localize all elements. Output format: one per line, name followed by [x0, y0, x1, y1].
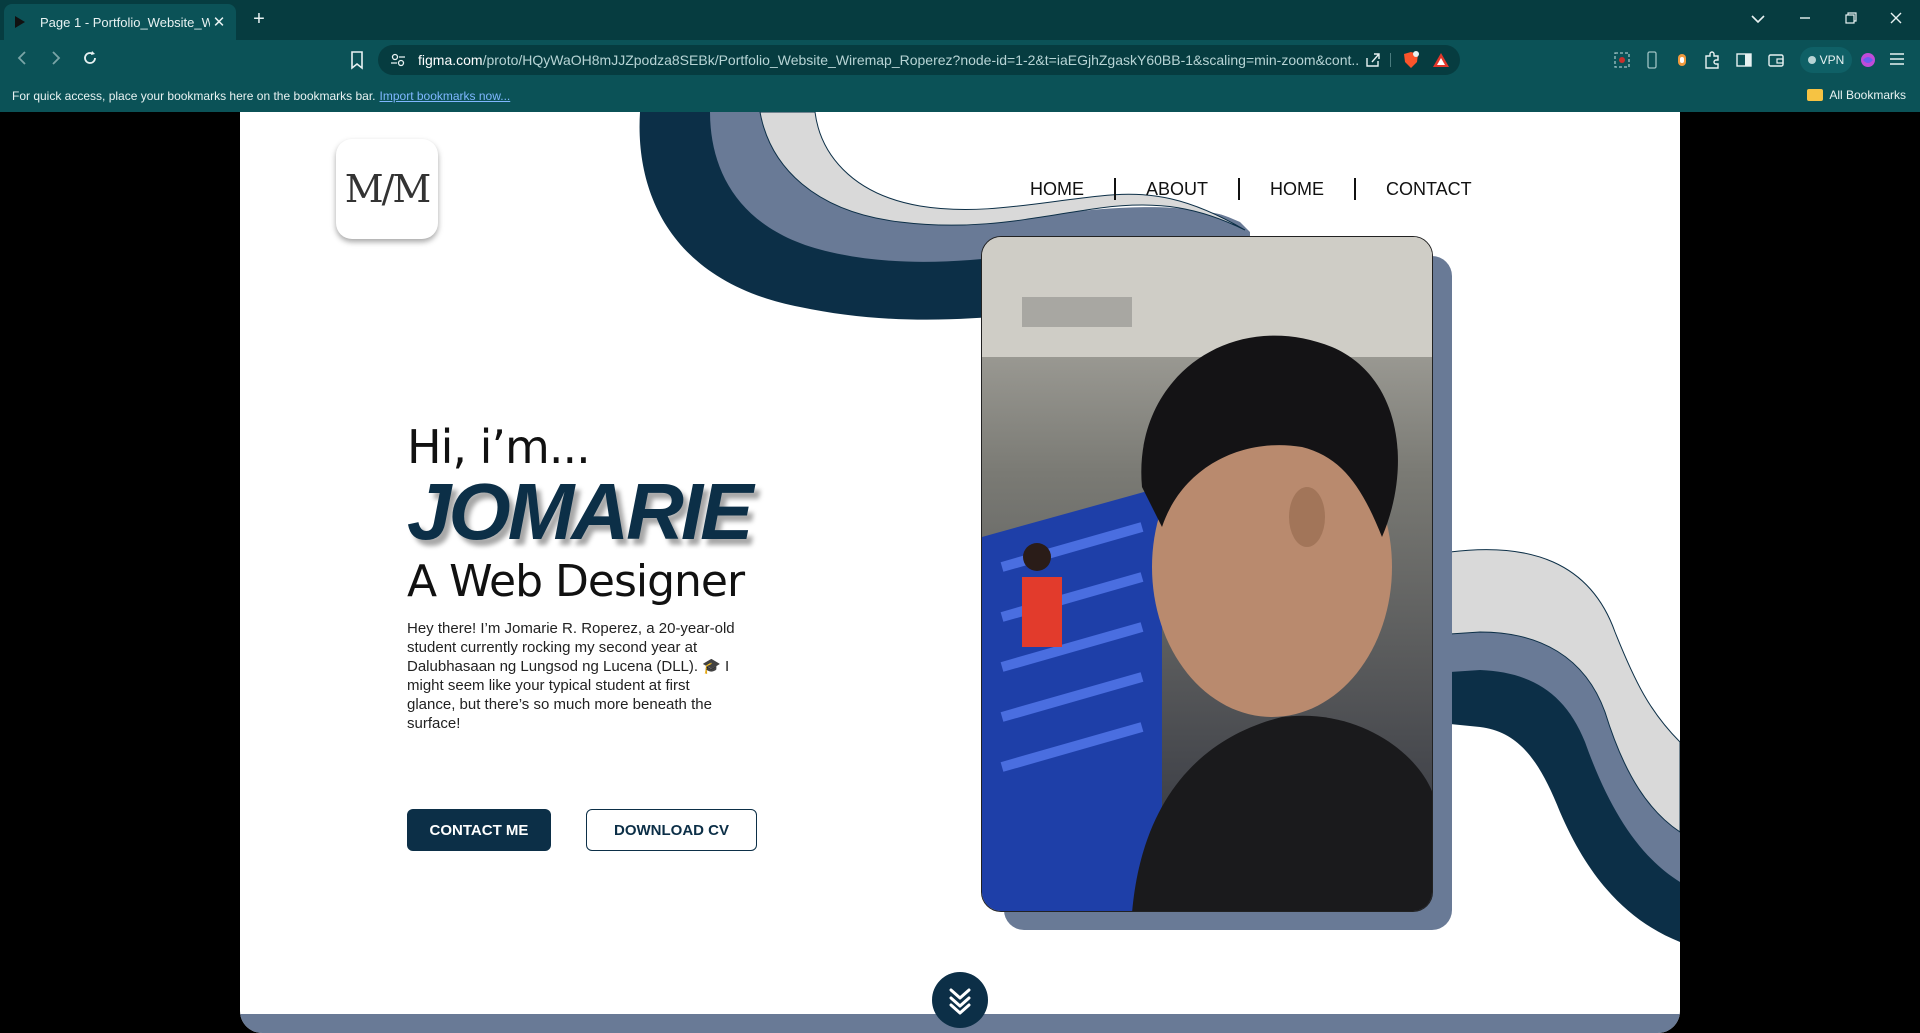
- contact-me-button[interactable]: CONTACT ME: [407, 809, 551, 851]
- tab-bar: Page 1 - Portfolio_Website_Wire ✕ +: [0, 0, 1920, 40]
- all-bookmarks-label: All Bookmarks: [1829, 88, 1906, 102]
- active-tab[interactable]: Page 1 - Portfolio_Website_Wire ✕: [4, 4, 236, 40]
- bookmarks-bar: For quick access, place your bookmarks h…: [0, 80, 1920, 112]
- nav-home[interactable]: HOME: [1030, 179, 1084, 200]
- nav-divider: [1238, 178, 1241, 200]
- site-logo[interactable]: M/M: [336, 139, 438, 239]
- hero-name: JOMARIE: [407, 467, 753, 556]
- nav-home-2[interactable]: HOME: [1270, 179, 1324, 200]
- bookmarks-hint: For quick access, place your bookmarks h…: [12, 89, 376, 103]
- brave-shields-icon[interactable]: [1402, 51, 1420, 69]
- portfolio-frame: M/M HOME ABOUT HOME CONTACT Hi, i’m... J…: [240, 112, 1680, 1033]
- greeting: Hi, i’m...: [407, 420, 591, 474]
- site-settings-icon[interactable]: [390, 52, 406, 68]
- extension-orange-icon[interactable]: [1672, 50, 1692, 70]
- phone-icon[interactable]: [1642, 50, 1662, 70]
- import-bookmarks-link[interactable]: Import bookmarks now...: [380, 89, 511, 103]
- reload-icon[interactable]: [78, 49, 102, 71]
- omnibox-divider: [1390, 53, 1391, 67]
- browser-toolbar: figma.com/proto/HQyWaOH8mJJZpodza8SEBk/P…: [0, 40, 1920, 80]
- screenshot-icon[interactable]: [1612, 50, 1632, 70]
- sidebar-icon[interactable]: [1734, 50, 1754, 70]
- address-bar[interactable]: figma.com/proto/HQyWaOH8mJJZpodza8SEBk/P…: [378, 45, 1460, 75]
- vpn-status-icon: [1807, 56, 1816, 64]
- leo-ai-icon[interactable]: [1858, 50, 1878, 70]
- extensions-icon[interactable]: [1702, 50, 1722, 70]
- all-bookmarks-button[interactable]: All Bookmarks: [1807, 88, 1906, 102]
- url-path: /proto/HQyWaOH8mJJZpodza8SEBk/Portfolio_…: [482, 52, 1358, 68]
- brave-rewards-icon[interactable]: [1432, 51, 1450, 69]
- bookmarks-message: For quick access, place your bookmarks h…: [12, 89, 510, 103]
- url-host: figma.com: [418, 52, 483, 68]
- nav-about[interactable]: ABOUT: [1146, 179, 1208, 200]
- url-text: figma.com/proto/HQyWaOH8mJJZpodza8SEBk/P…: [418, 52, 1358, 68]
- profile-photo: [981, 236, 1433, 912]
- tab-title: Page 1 - Portfolio_Website_Wire: [40, 14, 210, 30]
- nav-divider: [1114, 178, 1116, 200]
- scroll-down-icon[interactable]: [932, 972, 988, 1028]
- prototype-viewport: M/M HOME ABOUT HOME CONTACT Hi, i’m... J…: [0, 112, 1920, 1033]
- wallet-icon[interactable]: [1766, 50, 1786, 70]
- share-icon[interactable]: [1364, 51, 1382, 69]
- folder-icon: [1807, 89, 1824, 101]
- play-favicon-icon: [12, 14, 28, 30]
- site-nav: HOME ABOUT HOME CONTACT: [1030, 178, 1472, 200]
- bookmark-icon[interactable]: [346, 49, 368, 71]
- chevron-down-icon[interactable]: [1746, 8, 1770, 30]
- forward-arrow-icon[interactable]: [44, 49, 68, 71]
- vpn-button[interactable]: VPN: [1800, 47, 1852, 73]
- nav-contact[interactable]: CONTACT: [1386, 179, 1472, 200]
- restore-icon[interactable]: [1839, 8, 1863, 30]
- nav-divider: [1354, 178, 1357, 200]
- logo-monogram: M/M: [344, 167, 432, 211]
- download-cv-button[interactable]: DOWNLOAD CV: [586, 809, 757, 851]
- tab-close-icon[interactable]: ✕: [210, 13, 228, 31]
- new-tab-button[interactable]: +: [248, 8, 270, 30]
- hero-role: A Web Designer: [407, 556, 745, 607]
- minimize-icon[interactable]: [1793, 8, 1817, 30]
- back-arrow-icon[interactable]: [10, 49, 34, 71]
- vpn-label: VPN: [1819, 53, 1845, 67]
- menu-icon[interactable]: [1886, 49, 1908, 71]
- hero-heading: Hi, i’m... JOMARIE A Web Designer: [407, 420, 753, 607]
- hero-bio: Hey there! I’m Jomarie R. Roperez, a 20-…: [407, 620, 735, 732]
- close-icon[interactable]: [1884, 8, 1908, 30]
